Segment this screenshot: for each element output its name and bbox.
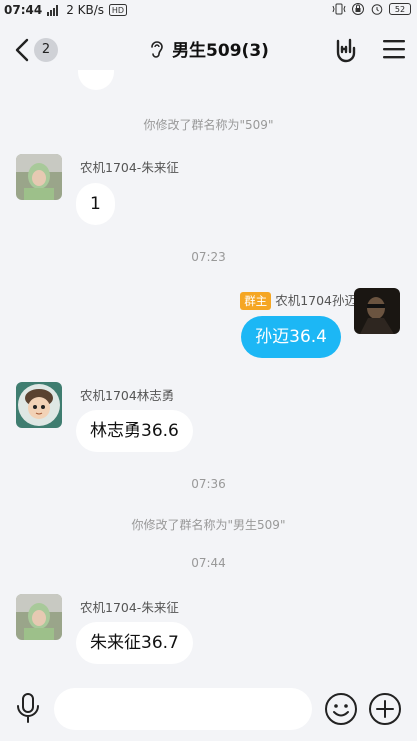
vibrate-icon <box>332 3 346 15</box>
chat-title: 男生509(3) <box>172 41 269 61</box>
message-bubble[interactable]: 1 <box>76 183 115 225</box>
timestamp: 07:44 <box>191 556 226 570</box>
alarm-icon <box>371 4 383 15</box>
system-rename-notice: 你修改了群名称为"509" <box>143 118 274 132</box>
battery-level: 52 <box>394 5 406 14</box>
avatar-image <box>16 382 62 428</box>
message-bubble[interactable]: 朱来征36.7 <box>76 622 193 664</box>
group-owner-badge: 群主 <box>240 292 272 310</box>
timestamp: 07:23 <box>191 250 226 264</box>
battery-icon: 52 <box>389 3 411 15</box>
avatar[interactable] <box>16 154 62 200</box>
lock-icon <box>352 3 364 15</box>
avatar-image <box>354 288 400 334</box>
message-bubble[interactable]: 林志勇36.6 <box>76 410 193 452</box>
sender-name: 农机1704-朱来征 <box>80 160 179 175</box>
ear-icon <box>151 40 163 58</box>
network-speed: 2 KB/s <box>66 3 105 17</box>
avatar-image <box>16 154 62 200</box>
my-avatar[interactable] <box>354 288 400 334</box>
status-time: 07:44 <box>4 3 43 17</box>
status-bar: 07:44 2 KB/s HD 52 <box>0 0 417 22</box>
message-input[interactable] <box>54 688 312 730</box>
signal-icon <box>47 5 59 16</box>
my-message-bubble[interactable]: 孙迈36.4 <box>241 316 341 358</box>
sender-name: 农机1704-朱来征 <box>80 600 179 615</box>
svg-text:HD: HD <box>112 6 124 15</box>
rock-hand-icon[interactable] <box>331 35 361 65</box>
menu-icon[interactable] <box>382 38 406 60</box>
partial-message-bubble[interactable] <box>78 70 114 90</box>
microphone-icon[interactable] <box>14 691 42 725</box>
sender-name: 农机1704孙迈 <box>275 293 357 308</box>
hd-icon: HD <box>109 4 128 16</box>
plus-icon[interactable] <box>368 692 402 726</box>
system-rename-notice: 你修改了群名称为"男生509" <box>131 518 286 532</box>
sender-name: 农机1704林志勇 <box>80 388 175 403</box>
emoji-icon[interactable] <box>324 692 358 726</box>
timestamp: 07:36 <box>191 477 226 491</box>
sender-line: 群主 农机1704孙迈 <box>240 290 357 310</box>
avatar-image <box>16 594 62 640</box>
avatar[interactable] <box>16 594 62 640</box>
avatar[interactable] <box>16 382 62 428</box>
chat-header: 2 男生509(3) <box>0 22 417 78</box>
input-bar <box>0 680 417 741</box>
